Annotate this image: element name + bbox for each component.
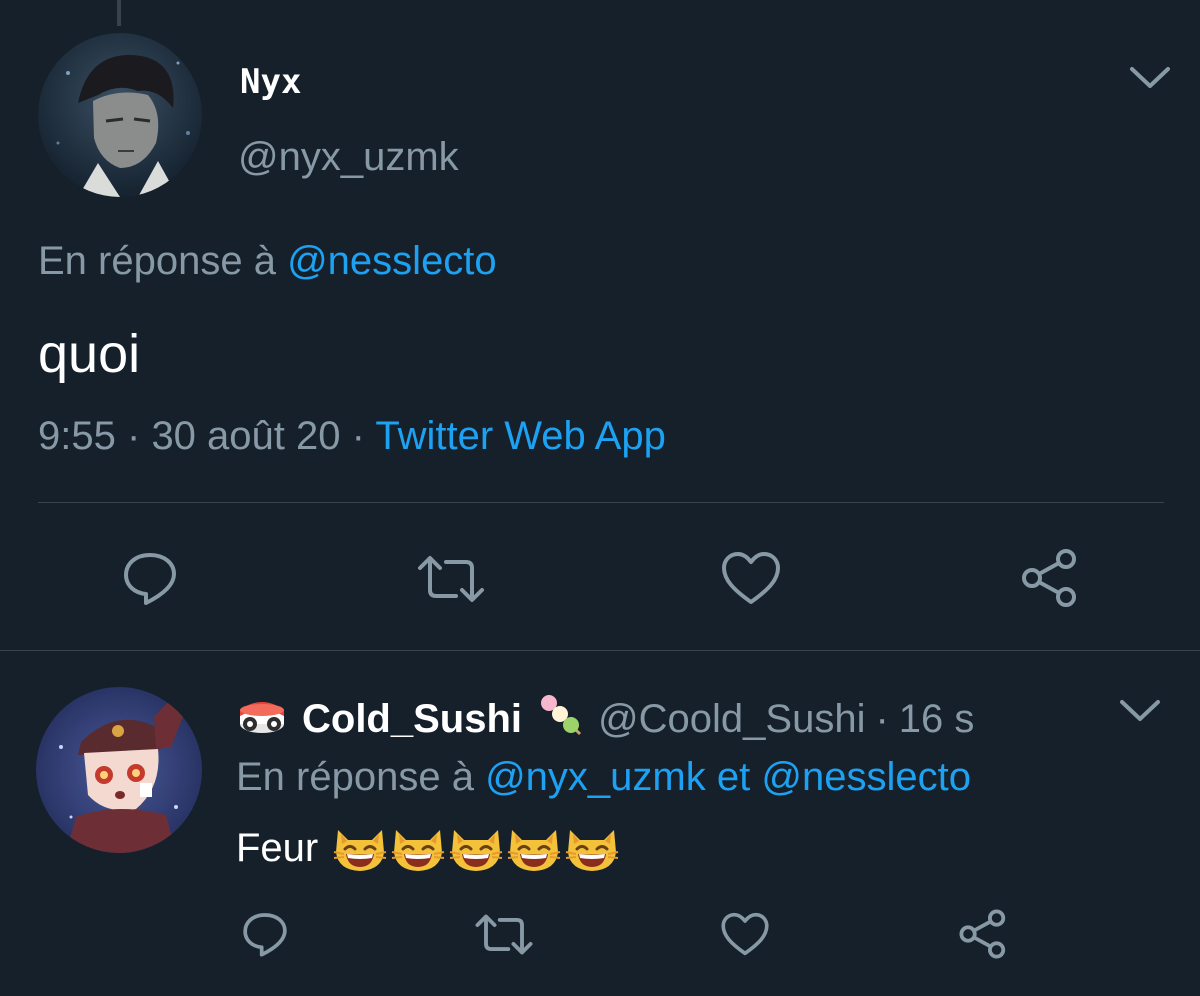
reply-icon[interactable] (120, 549, 180, 612)
like-icon[interactable] (720, 550, 782, 611)
tweet-source[interactable]: Twitter Web App (375, 414, 666, 458)
avatar[interactable] (36, 687, 202, 853)
chevron-down-icon[interactable] (1128, 64, 1172, 97)
meta-separator: · (875, 696, 889, 741)
share-icon[interactable] (1020, 547, 1082, 614)
grinning-cat-face-icon (392, 830, 445, 871)
tweet-date[interactable]: 30 août 20 (151, 414, 340, 458)
grinning-cat-face-icon (566, 830, 619, 871)
reply-context: En réponse à @nesslecto (38, 239, 497, 284)
meta-separator: · (126, 414, 141, 458)
divider (38, 502, 1164, 503)
mention-link[interactable]: @nesslecto (287, 239, 497, 283)
tweet-separator (0, 650, 1200, 651)
grinning-cat-face-icon (334, 830, 387, 871)
author-name[interactable]: Nyx (240, 62, 301, 102)
tweet-text: quoi (38, 324, 141, 384)
grinning-cat-face-icon (508, 830, 561, 871)
chevron-down-icon[interactable] (1118, 697, 1162, 730)
mention-link[interactable]: @nyx_uzmk (485, 755, 706, 799)
grinning-cat-face-icon (450, 830, 503, 871)
reply-context: En réponse à @nyx_uzmk et @nesslecto (236, 755, 971, 800)
meta-separator: · (351, 414, 365, 458)
thread-connector-line (117, 0, 121, 26)
author-handle[interactable]: @nyx_uzmk (238, 135, 459, 180)
reply-prefix: En réponse à (236, 755, 474, 799)
retweet-icon[interactable] (474, 913, 534, 961)
share-icon[interactable] (958, 908, 1010, 965)
avatar[interactable] (38, 33, 202, 197)
author-handle[interactable]: @Coold_Sushi (598, 697, 865, 742)
reply-prefix: En réponse à (38, 239, 276, 283)
reply-header: Cold_Sushi @Coold_Sushi · 16 s (236, 690, 974, 748)
dango-emoji (536, 690, 584, 748)
tweet-text-content: Feur (236, 825, 319, 870)
like-icon[interactable] (720, 911, 770, 962)
sushi-emoji (236, 694, 288, 744)
mention-link[interactable]: @nesslecto (761, 755, 971, 799)
author-name[interactable]: Cold_Sushi (302, 697, 522, 742)
tweet-meta: 9:55 · 30 août 20 · Twitter Web App (38, 414, 666, 459)
emoji-group (332, 822, 622, 874)
tweet-timestamp[interactable]: 16 s (899, 697, 975, 742)
reply-conjunction[interactable]: et (717, 755, 750, 799)
retweet-icon[interactable] (416, 554, 486, 609)
reply-icon[interactable] (240, 910, 290, 963)
tweet-text: Feur (236, 822, 622, 874)
tweet-time[interactable]: 9:55 (38, 414, 116, 458)
